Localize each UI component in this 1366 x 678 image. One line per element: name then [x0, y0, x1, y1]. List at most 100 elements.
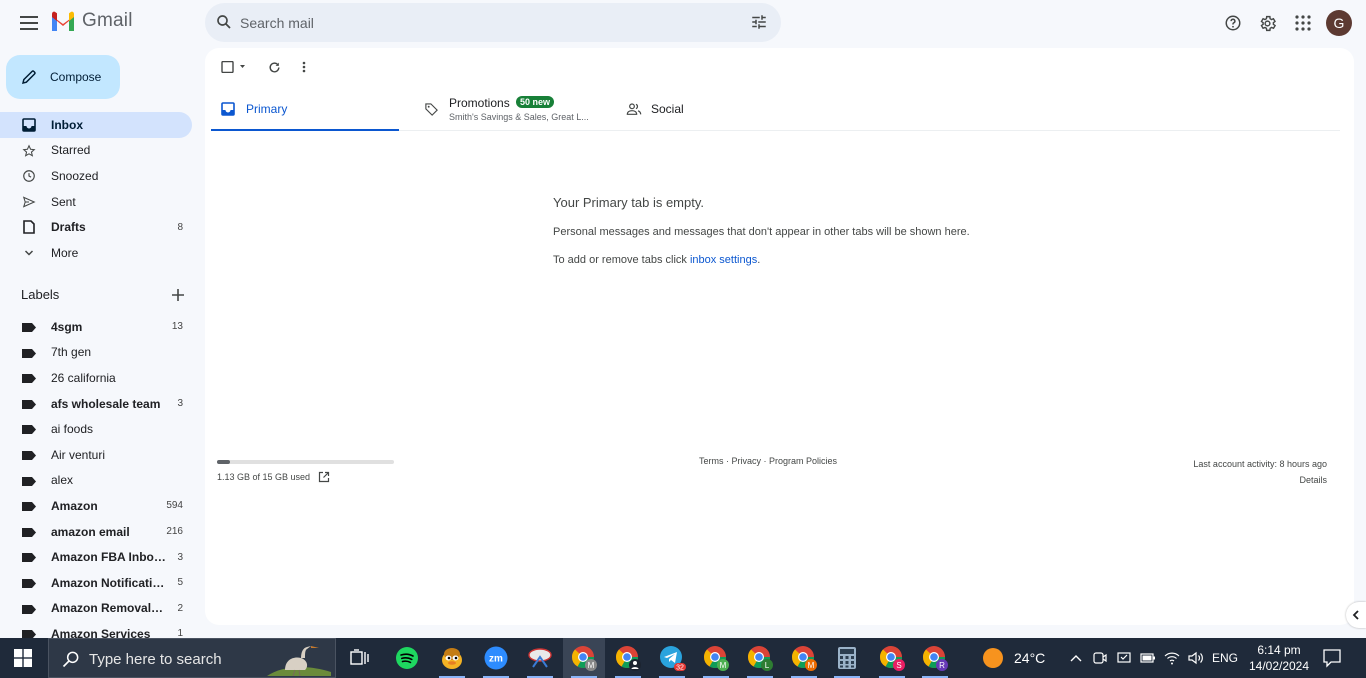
- label-item[interactable]: ai foods: [0, 416, 200, 442]
- label-item[interactable]: Air venturi: [0, 442, 200, 468]
- chrome-profile-s-icon: S: [880, 646, 905, 671]
- tray-network[interactable]: [1160, 638, 1184, 678]
- sidebar-item-starred[interactable]: Starred: [0, 138, 200, 164]
- tray-battery[interactable]: [1136, 638, 1160, 678]
- taskbar-chrome-profile-m2[interactable]: M: [695, 638, 737, 678]
- tab-social[interactable]: Social: [616, 91, 736, 131]
- label-tag-icon: [22, 476, 36, 486]
- empty-hint-suffix: .: [757, 254, 761, 266]
- more-options-button[interactable]: [289, 58, 319, 76]
- taskbar-chrome-profile-l[interactable]: L: [739, 638, 781, 678]
- search-options-icon[interactable]: [750, 13, 768, 31]
- taskbar-search-input[interactable]: [89, 648, 289, 670]
- label-item[interactable]: Amazon 594: [0, 493, 200, 519]
- details-link[interactable]: Details: [1193, 472, 1327, 488]
- task-view-button[interactable]: [339, 638, 381, 678]
- label-name: 26 california: [51, 370, 116, 385]
- inbox-icon: [221, 102, 235, 116]
- tab-primary[interactable]: Primary: [211, 91, 399, 131]
- notifications-icon[interactable]: [1322, 648, 1342, 668]
- svg-text:M: M: [588, 661, 595, 670]
- taskbar-chrome-m[interactable]: M: [563, 638, 605, 678]
- privacy-link[interactable]: Privacy: [732, 456, 762, 466]
- label-item[interactable]: afs wholesale team 3: [0, 391, 200, 417]
- chevron-up-icon: [1070, 655, 1082, 662]
- svg-text:L: L: [765, 661, 770, 670]
- label-item[interactable]: alex: [0, 468, 200, 494]
- windows-start-icon[interactable]: [14, 649, 32, 667]
- label-name: 4sgm: [51, 319, 83, 334]
- sidebar-item-inbox[interactable]: Inbox: [0, 112, 192, 138]
- label-count: 3: [177, 551, 183, 563]
- label-item[interactable]: Amazon Removal N... 2: [0, 596, 200, 622]
- sidebar-item-sent[interactable]: Sent: [0, 189, 200, 215]
- label-item[interactable]: Amazon FBA Inbou... 3: [0, 544, 200, 570]
- account-activity: Last account activity: 8 hours ago Detai…: [1193, 456, 1327, 488]
- people-icon: [626, 103, 642, 115]
- label-item[interactable]: 4sgm 13: [0, 314, 200, 340]
- main-menu-button[interactable]: [17, 11, 41, 35]
- label-tag-icon: [22, 348, 36, 358]
- sidebar-item-label: More: [51, 245, 79, 260]
- input-language[interactable]: ENG: [1212, 651, 1238, 665]
- windows-taskbar: zm M 32 M L M S R 24°C ENG 6:14: [0, 638, 1366, 678]
- terms-link[interactable]: Terms: [699, 456, 724, 466]
- side-panel-toggle[interactable]: [1346, 602, 1366, 628]
- label-item[interactable]: Amazon Notificatio... 5: [0, 570, 200, 596]
- taskbar-chrome-profile-r[interactable]: R: [914, 638, 956, 678]
- snipping-tool-icon: [528, 648, 552, 668]
- label-item[interactable]: 26 california: [0, 365, 200, 391]
- refresh-button[interactable]: [259, 58, 289, 76]
- taskbar-snipping-tool[interactable]: [519, 638, 561, 678]
- label-tag-icon: [22, 399, 36, 409]
- mail-toolbar: [219, 58, 319, 76]
- taskbar-chrome-profile-a[interactable]: [607, 638, 649, 678]
- weather-widget[interactable]: 24°C: [982, 638, 1045, 678]
- taskbar-chrome-profile-m3[interactable]: M: [783, 638, 825, 678]
- account-avatar[interactable]: G: [1326, 10, 1352, 36]
- taskbar-calculator[interactable]: [826, 638, 868, 678]
- promotions-senders: Smith's Savings & Sales, Great L...: [449, 112, 589, 122]
- empty-message: Personal messages and messages that don'…: [553, 226, 970, 238]
- chrome-profile-m-icon: M: [792, 646, 817, 671]
- show-hidden-icons-button[interactable]: [1064, 638, 1088, 678]
- tray-volume[interactable]: [1184, 638, 1208, 678]
- program-policies-link[interactable]: Program Policies: [769, 456, 837, 466]
- support-button[interactable]: [1215, 9, 1250, 37]
- gmail-logo[interactable]: Gmail: [50, 10, 133, 32]
- add-label-icon[interactable]: [170, 287, 186, 303]
- sidebar-item-drafts[interactable]: Drafts 8: [0, 214, 200, 240]
- tray-meet-now[interactable]: [1088, 638, 1112, 678]
- apps-button[interactable]: [1285, 9, 1320, 37]
- compose-button[interactable]: Compose: [6, 55, 120, 99]
- search-icon[interactable]: [215, 13, 233, 31]
- taskbar-zoom[interactable]: zm: [475, 638, 517, 678]
- search-bar: [205, 3, 781, 42]
- taskbar-telegram[interactable]: 32: [651, 638, 693, 678]
- svg-text:S: S: [896, 661, 901, 670]
- main-panel: Primary Promotions 50 new Smith's Saving…: [205, 48, 1354, 625]
- select-checkbox[interactable]: [219, 58, 247, 76]
- clock-time: 6:14 pm: [1257, 643, 1301, 657]
- search-input[interactable]: [240, 12, 720, 34]
- label-name: 7th gen: [51, 345, 92, 360]
- label-name: Air venturi: [51, 447, 106, 462]
- taskbar-app-duck[interactable]: [431, 638, 473, 678]
- label-tag-icon: [22, 502, 36, 512]
- label-item[interactable]: 7th gen: [0, 340, 200, 366]
- settings-button[interactable]: [1250, 9, 1285, 37]
- taskbar-clock[interactable]: 6:14 pm 14/02/2024: [1248, 642, 1310, 674]
- sidebar-item-more[interactable]: More: [0, 240, 200, 266]
- label-item[interactable]: amazon email 216: [0, 519, 200, 545]
- top-right-controls: G: [1215, 9, 1352, 37]
- open-external-icon[interactable]: [318, 471, 330, 483]
- tab-promotions[interactable]: Promotions 50 new Smith's Savings & Sale…: [414, 91, 604, 131]
- taskbar-spotify[interactable]: [386, 638, 428, 678]
- calculator-icon: [838, 647, 856, 669]
- taskbar-search[interactable]: [48, 638, 336, 678]
- tray-app-status[interactable]: [1112, 638, 1136, 678]
- inbox-settings-link[interactable]: inbox settings: [690, 254, 757, 266]
- chrome-profile-m-icon: M: [704, 646, 729, 671]
- taskbar-chrome-profile-s[interactable]: S: [871, 638, 913, 678]
- sidebar-item-snoozed[interactable]: Snoozed: [0, 163, 200, 189]
